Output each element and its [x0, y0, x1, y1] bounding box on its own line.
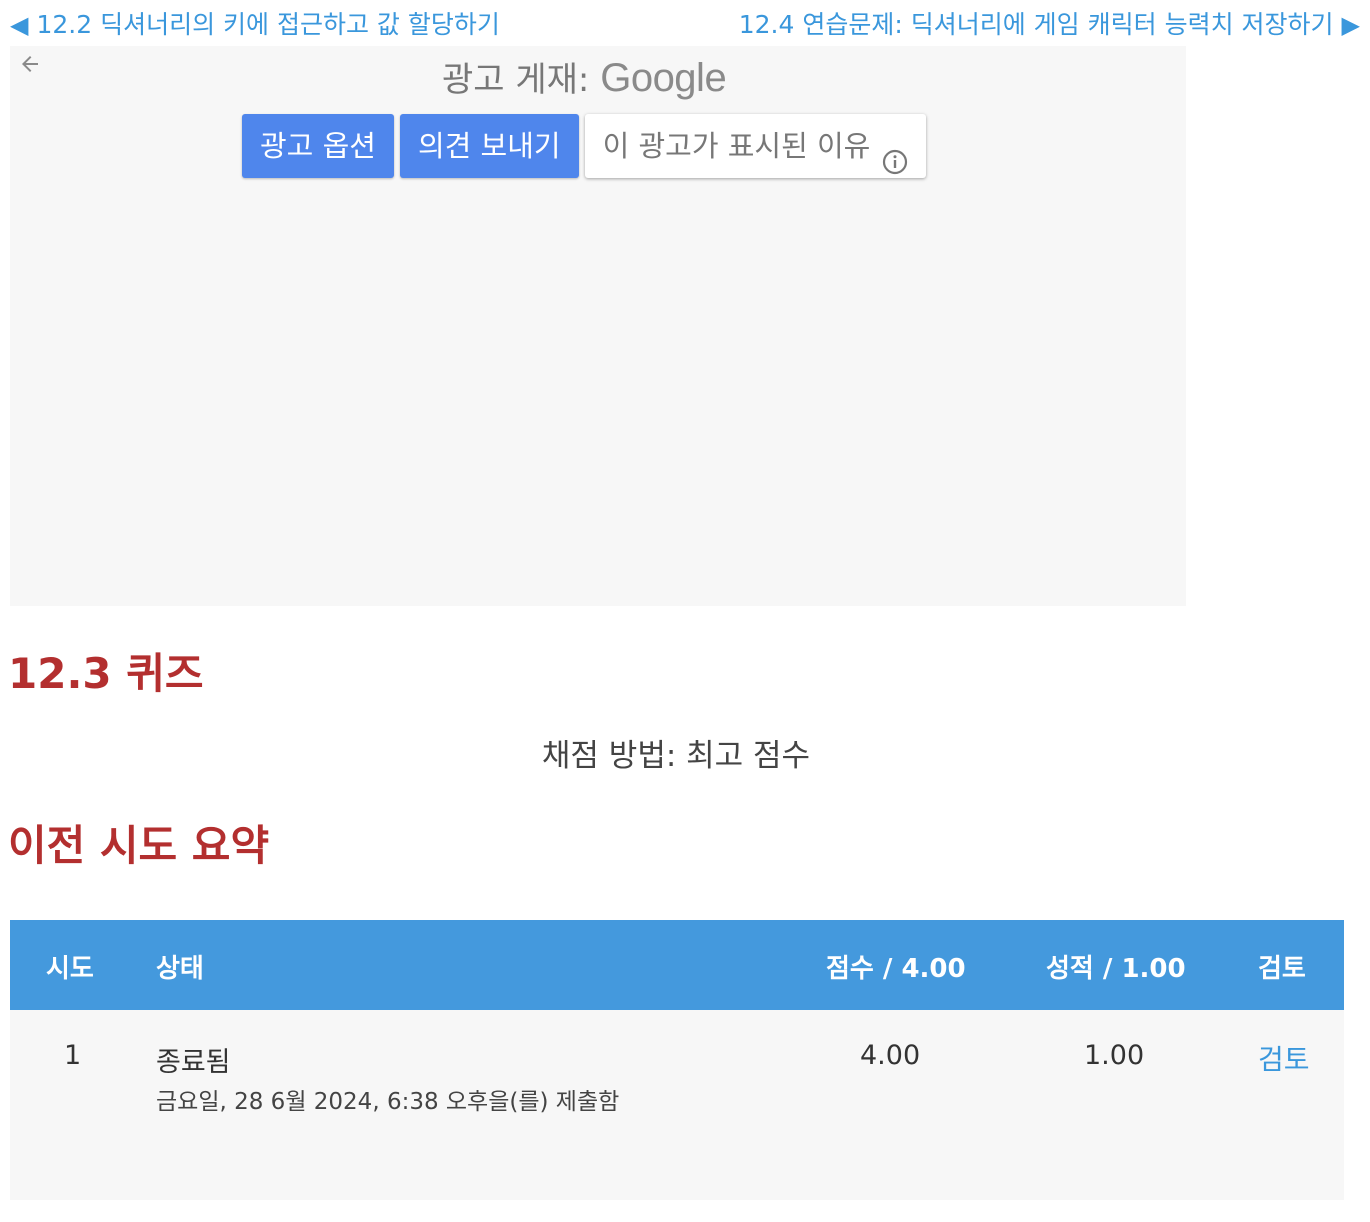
back-arrow-icon[interactable] — [18, 52, 42, 76]
why-this-ad-button[interactable]: 이 광고가 표시된 이유 — [584, 114, 927, 178]
send-feedback-button[interactable]: 의견 보내기 — [399, 114, 579, 178]
table-header-row: 시도 상태 점수 / 4.00 성적 / 1.00 검토 — [10, 920, 1344, 1010]
ad-frame: 광고 게재: Google 광고 옵션 의견 보내기 이 광고가 표시된 이유 — [10, 46, 1186, 606]
ad-attribution-label: 광고 게재: — [442, 60, 590, 100]
previous-chapter-label: 12.2 딕셔너리의 키에 접근하고 값 할당하기 — [36, 10, 500, 39]
header-grade: 성적 / 1.00 — [1046, 954, 1186, 984]
next-chapter-link[interactable]: 12.4 연습문제: 딕셔너리에 게임 캐릭터 능력치 저장하기 ▶ — [739, 8, 1360, 42]
attempt-number: 1 — [64, 1040, 82, 1071]
table-row: 1 종료됨 금요일, 28 6월 2024, 6:38 오후을(를) 제출함 4… — [10, 1010, 1344, 1200]
chapter-navigation: ◀ 12.2 딕셔너리의 키에 접근하고 값 할당하기 12.4 연습문제: 딕… — [10, 8, 1360, 42]
previous-chapter-link[interactable]: ◀ 12.2 딕셔너리의 키에 접근하고 값 할당하기 — [10, 8, 500, 42]
next-chapter-label: 12.4 연습문제: 딕셔너리에 게임 캐릭터 능력치 저장하기 — [738, 10, 1334, 39]
ad-button-group: 광고 옵션 의견 보내기 이 광고가 표시된 이유 — [242, 114, 927, 180]
triangle-left-icon: ◀ — [10, 11, 29, 39]
header-review: 검토 — [1258, 954, 1306, 984]
why-this-ad-label: 이 광고가 표시된 이유 — [602, 129, 871, 163]
quiz-title: 12.3 퀴즈 — [8, 649, 204, 698]
google-logo: Google — [600, 56, 727, 100]
ad-options-button[interactable]: 광고 옵션 — [242, 114, 394, 178]
attempts-table: 시도 상태 점수 / 4.00 성적 / 1.00 검토 1 종료됨 금요일, … — [10, 920, 1344, 1200]
attempts-summary-title: 이전 시도 요약 — [8, 821, 270, 870]
submitted-timestamp: 금요일, 28 6월 2024, 6:38 오후을(를) 제출함 — [156, 1089, 620, 1115]
attempt-state: 종료됨 — [156, 1047, 231, 1078]
info-icon — [882, 133, 908, 175]
triangle-right-icon: ▶ — [1341, 11, 1360, 39]
attempt-score: 4.00 — [860, 1040, 921, 1071]
grading-method: 채점 방법: 최고 점수 — [541, 738, 811, 774]
review-link[interactable]: 검토 — [1258, 1038, 1310, 1078]
header-score: 점수 / 4.00 — [826, 954, 966, 984]
attempt-grade: 1.00 — [1084, 1040, 1145, 1071]
header-state: 상태 — [156, 954, 204, 984]
ad-attribution: 광고 게재: Google — [442, 56, 727, 102]
header-attempt: 시도 — [46, 954, 94, 984]
